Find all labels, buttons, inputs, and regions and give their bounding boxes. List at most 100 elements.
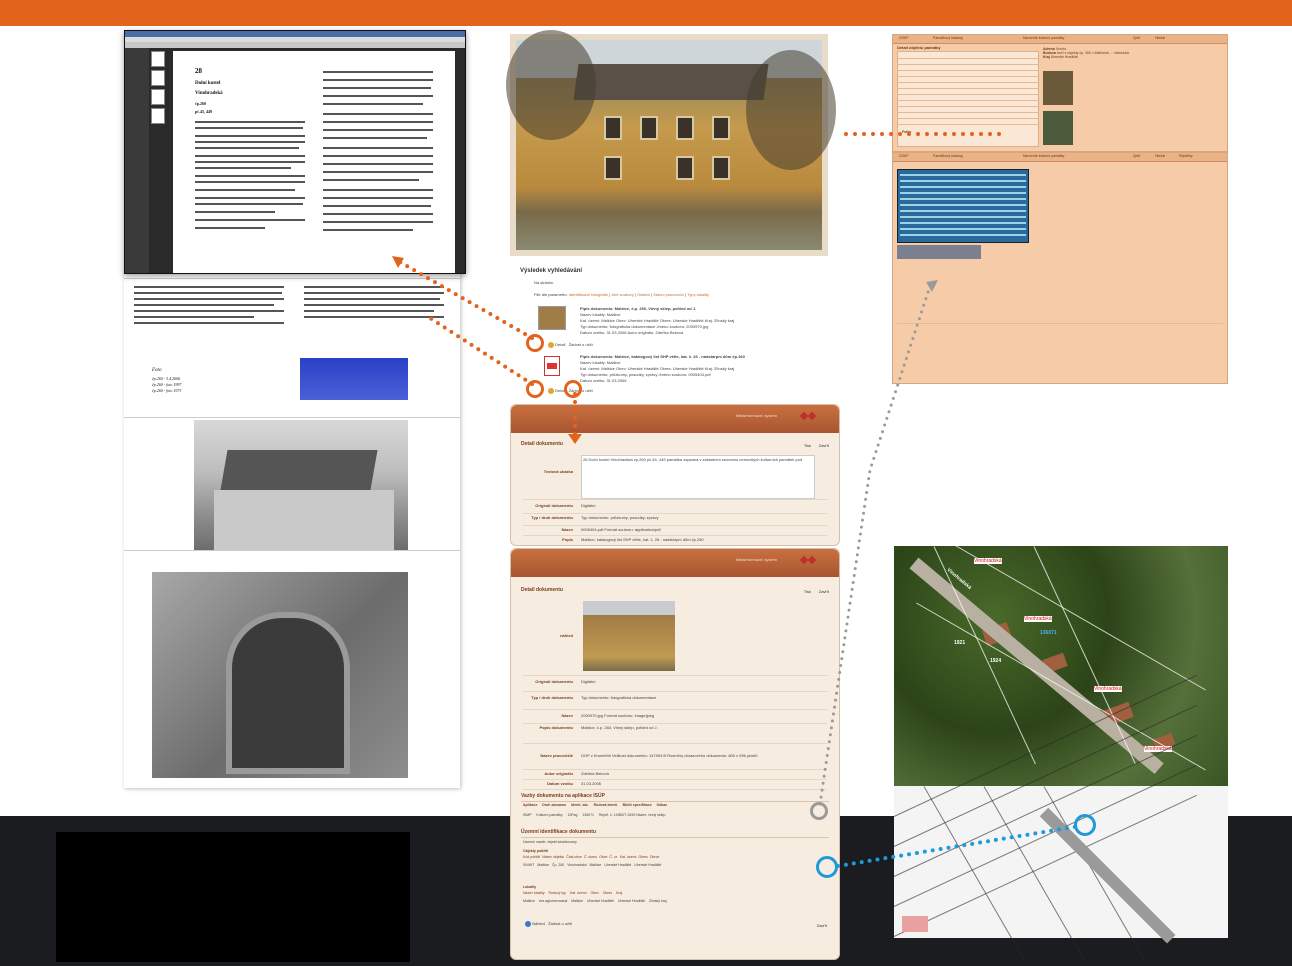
col-header: Část obce bbox=[566, 855, 582, 859]
header-item[interactable]: Rejstříky bbox=[1179, 154, 1193, 158]
col-header: Č. domu bbox=[583, 855, 598, 859]
pdf-viewer-toolbar[interactable] bbox=[125, 42, 465, 48]
header-item[interactable]: Památkový katalog bbox=[933, 154, 963, 158]
system-name: Metainformační systém bbox=[735, 413, 777, 418]
monument-photo[interactable] bbox=[1043, 111, 1073, 145]
row-label: Typ / druh dokumentu bbox=[531, 695, 573, 700]
detail-title: Detail dokumentu bbox=[521, 441, 563, 447]
col-header: Rodový typ bbox=[548, 891, 566, 895]
header-item[interactable]: Zpět bbox=[1133, 36, 1140, 40]
detail-title: Detail objektu památky bbox=[897, 45, 941, 50]
page-thumbnail[interactable] bbox=[151, 51, 165, 67]
line-cadastral-map[interactable] bbox=[893, 674, 1228, 960]
result-datum: Datum vzniku: 31.03.2006 Autor originálu… bbox=[580, 330, 684, 335]
preview-icon[interactable] bbox=[525, 921, 531, 927]
filter-link[interactable]: Identifikační fotografie bbox=[569, 292, 608, 297]
page-line: čp.260 bbox=[195, 101, 206, 106]
close-button[interactable]: Zavřít bbox=[819, 589, 829, 594]
cell: Vinohradská bbox=[567, 863, 587, 867]
result-uzemi: Kat. území: Malšice Obec: Uherské Hradiš… bbox=[580, 318, 735, 323]
row-value: Typ dokumentu: fotografická dokumentace bbox=[581, 695, 657, 700]
detail-icon[interactable] bbox=[548, 342, 554, 348]
header-item[interactable]: Památkový katalog bbox=[933, 36, 963, 40]
cell: Malšice bbox=[537, 863, 550, 867]
page-thumbnail[interactable] bbox=[151, 89, 165, 105]
header-item[interactable]: Hledat bbox=[1155, 36, 1165, 40]
cell: Malšice bbox=[571, 899, 584, 903]
pdf-page: 28 Dolní kostel Vinohradská čp.260 pč.45… bbox=[173, 51, 455, 273]
header-item[interactable]: Hledat bbox=[1155, 154, 1165, 158]
pdf-page-thumbnails bbox=[151, 51, 165, 127]
text-preview[interactable]: 26 Dolní kostel Vinohradská čp.260 pč.45… bbox=[581, 455, 815, 499]
row-label: Datum vzniku bbox=[546, 781, 573, 786]
address-label: Vinohradská bbox=[1094, 686, 1122, 692]
road bbox=[1039, 807, 1176, 944]
detail-icon[interactable] bbox=[548, 388, 554, 394]
row-label: náhled bbox=[560, 633, 573, 638]
close-button[interactable]: Zavřít bbox=[819, 443, 829, 448]
filter-link[interactable]: Ostatní bbox=[637, 292, 650, 297]
print-button[interactable]: Tisk bbox=[804, 443, 811, 448]
row-value: ÚOP v Kroměříži Velikost dokumentu: 1479… bbox=[581, 753, 758, 758]
subsection-title: Lokality bbox=[523, 885, 537, 889]
header-item[interactable]: ÚSKP bbox=[899, 36, 909, 40]
parcel-label: 136071 bbox=[1040, 630, 1057, 636]
row-value: 0005404.pdf Formát souboru: application/… bbox=[581, 527, 661, 532]
header-item[interactable]: Nemovité kulturní památky bbox=[1023, 154, 1064, 158]
result-thumbnail[interactable] bbox=[538, 306, 566, 330]
detail-panel-pdf: Metainformační systém Detail dokumentu T… bbox=[510, 404, 840, 546]
header-item[interactable]: Nemovité kulturní památky bbox=[1023, 36, 1064, 40]
preview-image[interactable] bbox=[583, 601, 675, 671]
print-button[interactable]: Tisk bbox=[804, 589, 811, 594]
close-button[interactable]: Zavřít bbox=[817, 923, 827, 928]
filter-link[interactable]: Stavní pracovníci bbox=[653, 292, 684, 297]
result-lokalita: Název lokality: Malšice bbox=[580, 360, 621, 365]
aerial-cadastral-map[interactable]: Vinohradská 1924 136071 1921 Vinohradská… bbox=[894, 522, 1228, 786]
row-value: Typ dokumentu: průzkumy, posudky, zprávy bbox=[581, 515, 659, 520]
address-label: Vinohradská bbox=[974, 558, 1002, 564]
header-item[interactable]: Zpět bbox=[1133, 154, 1140, 158]
detail-link[interactable]: Detail bbox=[555, 342, 565, 347]
cell: Uherské Hradiště bbox=[617, 899, 646, 903]
filter-link[interactable]: Jiné soubory bbox=[611, 292, 634, 297]
monument-attributes-table: Fotky bbox=[897, 51, 1039, 147]
pdf-viewer-sidebar[interactable] bbox=[125, 48, 149, 273]
search-results-panel: Výsledek vyhledávání Na stránku Filtr dl… bbox=[504, 262, 840, 402]
highlight-circle bbox=[526, 380, 544, 398]
request-use-button[interactable]: Žádost o užití bbox=[548, 921, 572, 926]
section-title: Vazby dokumentu na aplikace ISÚP bbox=[521, 793, 605, 799]
row-label: Název bbox=[561, 527, 573, 532]
cell: Uherské Hradiště bbox=[604, 863, 632, 867]
page-thumbnail[interactable] bbox=[151, 108, 165, 124]
header-item[interactable]: ÚSKP bbox=[899, 154, 909, 158]
subsection-title: Objekty potižiti bbox=[523, 849, 549, 853]
top-accent-bar bbox=[0, 0, 1292, 26]
row-value: Zdeňka Beková bbox=[581, 771, 609, 776]
selected-attributes-panel bbox=[897, 169, 1029, 243]
logo-icon bbox=[799, 555, 821, 569]
logo-icon bbox=[799, 411, 821, 425]
black-placeholder-box bbox=[56, 832, 410, 962]
preview-button[interactable]: Náhled bbox=[532, 921, 545, 926]
col-header: Okres bbox=[638, 855, 648, 859]
page-thumbnail[interactable] bbox=[151, 70, 165, 86]
result-uzemi: Kat. území: Malšice Obec: Uherské Hradiš… bbox=[580, 366, 735, 371]
page-line: pč.45, 449 bbox=[195, 109, 212, 114]
overview-map[interactable] bbox=[902, 916, 928, 932]
cell: Rejstř. č. 14982/7-3490 Název: vinný skl… bbox=[598, 813, 666, 817]
col-header: Obrce bbox=[649, 855, 660, 859]
monument-photo[interactable] bbox=[1043, 71, 1073, 105]
pdf-icon[interactable] bbox=[544, 356, 560, 376]
uzemni-row: Územní vazeb: objekt lokalizovaný bbox=[523, 840, 577, 844]
col-header: Okres bbox=[602, 891, 613, 895]
col-header: Bližší specifikace bbox=[622, 803, 652, 807]
result-popis: Pipis dokumentu: Malšice, katalogový lis… bbox=[580, 354, 745, 359]
filter-link[interactable]: Typy lokality bbox=[687, 292, 709, 297]
section-title: Fotky bbox=[902, 130, 912, 134]
cell: Kulturní památky bbox=[536, 813, 563, 817]
request-use-link[interactable]: Žádost o užití bbox=[569, 342, 593, 347]
col-header: Název objektu bbox=[542, 855, 565, 859]
col-header: Obce bbox=[599, 855, 608, 859]
bw-arch-door-photo bbox=[152, 572, 408, 778]
col-header: Kraj bbox=[616, 891, 623, 895]
